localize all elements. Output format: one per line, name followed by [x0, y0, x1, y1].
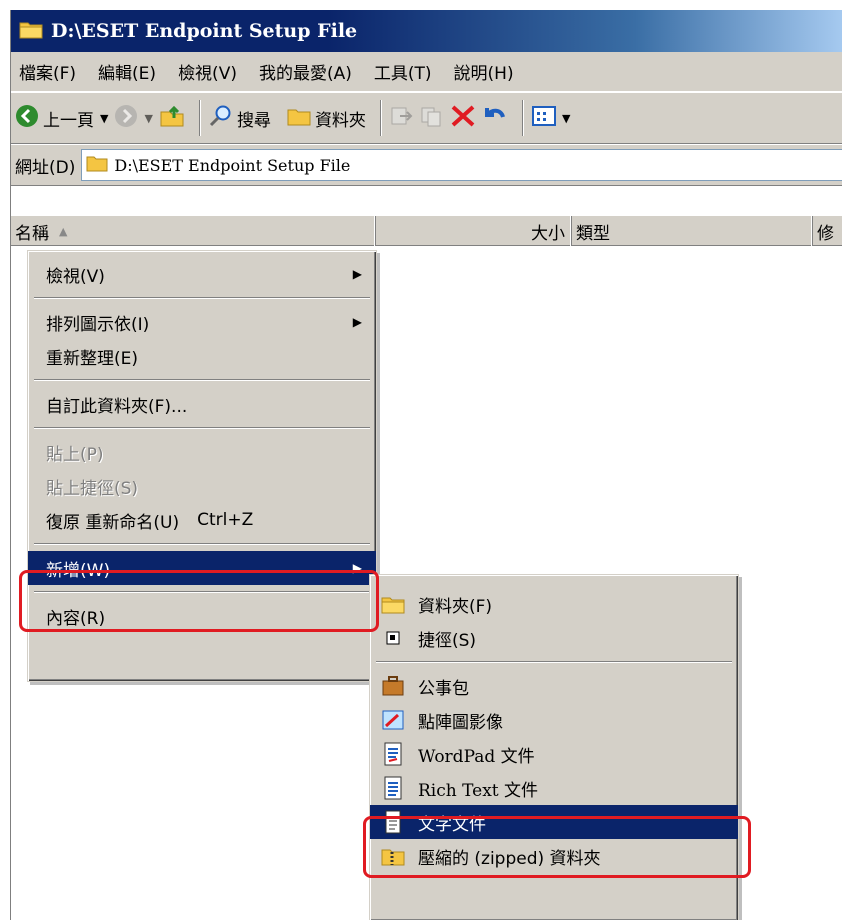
address-value: D:\ESET Endpoint Setup File	[114, 155, 351, 175]
folders-icon	[287, 105, 311, 132]
submenu-item-bitmap-label: 點陣圖影像	[418, 712, 503, 733]
chevron-down-icon[interactable]: ▼	[100, 112, 108, 125]
submenu-item-wordpad-label: WordPad 文件	[418, 746, 535, 767]
menu-item-undo-label: 復原 重新命名(U)	[46, 512, 180, 533]
wordpad-document-icon	[380, 742, 406, 766]
column-headers: 名稱 ▲ 大小 類型 修	[11, 216, 842, 246]
shortcut-icon	[380, 626, 406, 650]
chevron-down-icon[interactable]: ▼	[144, 112, 152, 125]
delete-button[interactable]	[450, 104, 476, 133]
folder-icon	[380, 592, 406, 616]
column-size[interactable]: 大小	[376, 216, 572, 246]
column-name[interactable]: 名稱 ▲	[11, 216, 376, 246]
sort-ascending-icon: ▲	[59, 224, 68, 238]
menu-help[interactable]: 說明(H)	[454, 59, 514, 84]
toolbar-separator	[521, 100, 524, 136]
views-icon	[531, 105, 556, 132]
submenu-item-folder[interactable]: 資料夾(F)	[370, 587, 738, 621]
menu-separator	[34, 427, 370, 429]
copy-to-icon	[420, 105, 444, 132]
forward-arrow-icon	[114, 104, 138, 133]
menu-item-view-label: 檢視(V)	[46, 266, 105, 287]
column-modified[interactable]: 修	[813, 216, 842, 246]
folders-button[interactable]: 資料夾	[287, 105, 366, 132]
menu-item-view[interactable]: 檢視(V) ▶	[28, 257, 376, 291]
folder-icon	[19, 19, 43, 44]
menu-file[interactable]: 檔案(F)	[19, 59, 76, 84]
forward-button[interactable]: ▼	[114, 104, 153, 133]
menu-separator	[34, 543, 370, 545]
column-name-label: 名稱	[15, 223, 49, 244]
menu-item-refresh-label: 重新整理(E)	[46, 348, 139, 369]
submenu-arrow-icon: ▶	[352, 315, 362, 329]
menu-bar: 檔案(F) 編輯(E) 檢視(V) 我的最愛(A) 工具(T) 說明(H)	[11, 52, 842, 92]
folder-icon	[86, 154, 108, 177]
explorer-window: D:\ESET Endpoint Setup File 檔案(F) 編輯(E) …	[10, 10, 842, 920]
menu-item-refresh[interactable]: 重新整理(E)	[28, 339, 376, 373]
submenu-item-briefcase[interactable]: 公事包	[370, 669, 738, 703]
menu-edit[interactable]: 編輯(E)	[98, 59, 156, 84]
views-button[interactable]: ▼	[531, 105, 570, 132]
search-icon	[209, 104, 233, 133]
column-modified-label: 修	[817, 223, 834, 244]
menu-item-paste-label: 貼上(P)	[46, 444, 104, 465]
menu-favorites[interactable]: 我的最愛(A)	[259, 59, 352, 84]
delete-icon	[450, 104, 476, 133]
submenu-item-rich-text-label: Rich Text 文件	[418, 780, 539, 801]
window-title: D:\ESET Endpoint Setup File	[51, 20, 358, 42]
menu-item-arrange-icons[interactable]: 排列圖示依(I) ▶	[28, 305, 376, 339]
submenu-item-shortcut-label: 捷徑(S)	[418, 630, 477, 651]
menu-item-arrange-label: 排列圖示依(I)	[46, 314, 150, 335]
address-input[interactable]: D:\ESET Endpoint Setup File	[81, 149, 842, 181]
undo-button[interactable]	[482, 104, 508, 133]
highlight-text-document-item	[363, 816, 751, 878]
briefcase-icon	[380, 674, 406, 698]
menu-separator	[34, 379, 370, 381]
submenu-item-briefcase-label: 公事包	[418, 678, 469, 699]
back-label: 上一頁	[43, 110, 94, 131]
up-folder-icon	[159, 104, 185, 133]
column-type[interactable]: 類型	[572, 216, 813, 246]
menu-item-paste[interactable]: 貼上(P)	[28, 435, 376, 469]
submenu-item-folder-label: 資料夾(F)	[418, 596, 493, 617]
copy-to-button[interactable]	[420, 105, 444, 132]
submenu-item-rich-text[interactable]: Rich Text 文件	[370, 771, 738, 805]
toolbar: 上一頁 ▼ ▼ 搜尋 資料夾 ▼	[11, 92, 842, 144]
submenu-item-wordpad[interactable]: WordPad 文件	[370, 737, 738, 771]
menu-item-undo-rename[interactable]: 復原 重新命名(U) Ctrl+Z	[28, 503, 376, 537]
back-arrow-icon	[15, 104, 39, 133]
toolbar-separator	[379, 100, 382, 136]
chevron-down-icon[interactable]: ▼	[562, 112, 570, 125]
submenu-arrow-icon: ▶	[352, 267, 362, 281]
menu-separator	[376, 661, 732, 663]
menu-tools[interactable]: 工具(T)	[374, 59, 432, 84]
menu-separator	[34, 297, 370, 299]
menu-item-customize-label: 自訂此資料夾(F)...	[46, 396, 188, 417]
move-to-button[interactable]	[390, 105, 414, 132]
submenu-item-bitmap[interactable]: 點陣圖影像	[370, 703, 738, 737]
submenu-item-shortcut[interactable]: 捷徑(S)	[370, 621, 738, 655]
column-size-label: 大小	[531, 223, 565, 244]
address-bar: 網址(D) D:\ESET Endpoint Setup File	[11, 144, 842, 186]
menu-item-undo-shortcut: Ctrl+Z	[197, 510, 254, 530]
move-to-icon	[390, 105, 414, 132]
search-label: 搜尋	[236, 110, 271, 131]
highlight-new-menu-item	[19, 570, 379, 632]
folders-label: 資料夾	[314, 110, 366, 131]
search-button[interactable]: 搜尋	[209, 104, 271, 133]
menu-item-paste-shortcut-label: 貼上捷徑(S)	[46, 478, 139, 499]
menu-view[interactable]: 檢視(V)	[178, 59, 237, 84]
up-folder-button[interactable]	[159, 104, 185, 133]
rich-text-document-icon	[380, 776, 406, 800]
toolbar-separator	[198, 100, 201, 136]
menu-item-paste-shortcut[interactable]: 貼上捷徑(S)	[28, 469, 376, 503]
bitmap-image-icon	[380, 708, 406, 732]
column-type-label: 類型	[576, 223, 610, 244]
title-bar[interactable]: D:\ESET Endpoint Setup File	[11, 10, 842, 52]
back-button[interactable]: 上一頁 ▼	[15, 104, 108, 133]
address-label: 網址(D)	[15, 157, 76, 178]
menu-item-customize-folder[interactable]: 自訂此資料夾(F)...	[28, 387, 376, 421]
undo-icon	[482, 104, 508, 133]
